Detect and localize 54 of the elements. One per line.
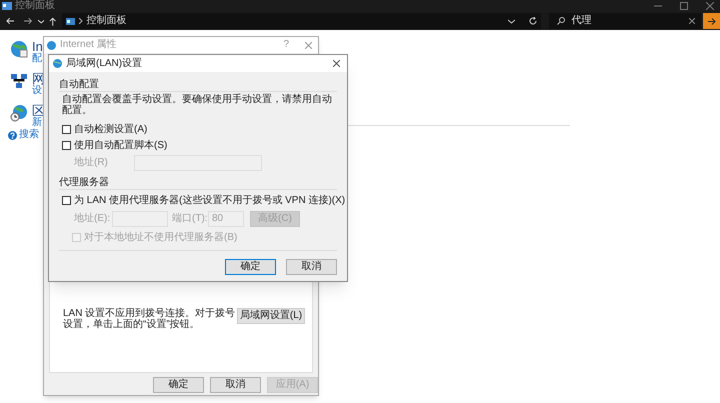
address-text: 控制面板 <box>86 16 127 26</box>
checkbox-label: 为 LAN 使用代理服务器(这些设置不用于拨号或 VPN 连接)(X) <box>74 195 346 206</box>
dialog-button[interactable]: 取消 <box>286 259 337 275</box>
dialog-button[interactable]: 取消 <box>210 377 261 393</box>
globe-clock-icon <box>10 104 28 122</box>
clear-icon[interactable] <box>689 18 696 24</box>
dialog-button[interactable]: 确定 <box>225 259 276 275</box>
field-label: 端口(T): <box>172 214 208 224</box>
control-panel-icon <box>66 18 75 24</box>
back-arrow-icon[interactable] <box>6 17 14 25</box>
item-subtitle[interactable]: 设 <box>32 85 45 96</box>
help-icon <box>8 130 17 140</box>
section-title: 自动配置 <box>59 79 100 90</box>
checkbox-label: 对于本地地址不使用代理服务器(B) <box>84 232 238 243</box>
dialog-button[interactable]: 确定 <box>153 377 204 393</box>
close-icon[interactable] <box>706 2 714 10</box>
item-title[interactable]: 区 <box>32 104 45 117</box>
lan-settings-button[interactable]: 局域网设置(L) <box>237 308 305 324</box>
go-button[interactable] <box>703 13 720 29</box>
section-title: 代理服务器 <box>59 177 110 188</box>
address-bar[interactable]: 控制面板 <box>62 13 542 29</box>
globe-icon <box>10 40 28 58</box>
search-text: 代理 <box>571 16 592 26</box>
forward-arrow-icon[interactable] <box>24 17 33 25</box>
window-title: 控制面板 <box>15 1 55 11</box>
search-icon <box>557 17 566 25</box>
checkbox[interactable] <box>62 141 71 150</box>
refresh-icon[interactable] <box>529 17 538 25</box>
arrow-right-icon <box>708 18 716 24</box>
chevron-down-icon[interactable] <box>38 18 44 24</box>
dialog-title: Internet 属性 <box>60 40 117 50</box>
chevron-right-icon <box>78 18 83 24</box>
field-label: 地址(E): <box>74 214 112 224</box>
checkbox-label: 使用自动配置脚本(S) <box>74 140 168 151</box>
up-arrow-icon[interactable] <box>49 16 57 26</box>
lan-note: LAN 设置不应用到拨号连接。对于拨号设置，单击上面的“设置”按钮。 <box>63 308 236 330</box>
checkbox[interactable] <box>62 196 71 205</box>
dialog-title: 局域网(LAN)设置 <box>66 58 142 68</box>
checkbox-label: 自动检测设置(A) <box>74 124 148 135</box>
field-label: 地址(R) <box>74 158 108 168</box>
checkbox[interactable] <box>62 125 71 134</box>
globe-icon <box>47 40 56 50</box>
help-link[interactable]: 搜索 <box>19 130 39 140</box>
close-icon[interactable] <box>333 60 340 67</box>
item-subtitle[interactable]: 配 <box>32 53 43 64</box>
chevron-down-icon[interactable] <box>508 18 516 24</box>
search-field[interactable]: 代理 <box>549 13 702 29</box>
description-text: 自动配置会覆盖手动设置。要确保使用手动设置，请禁用自动配置。 <box>62 94 333 116</box>
item-title[interactable]: In <box>32 40 43 53</box>
item-subtitle[interactable]: 新 <box>32 117 45 128</box>
maximize-icon[interactable] <box>680 2 688 10</box>
network-icon <box>10 72 28 90</box>
window-icon <box>2 2 12 10</box>
globe-icon <box>53 59 62 68</box>
